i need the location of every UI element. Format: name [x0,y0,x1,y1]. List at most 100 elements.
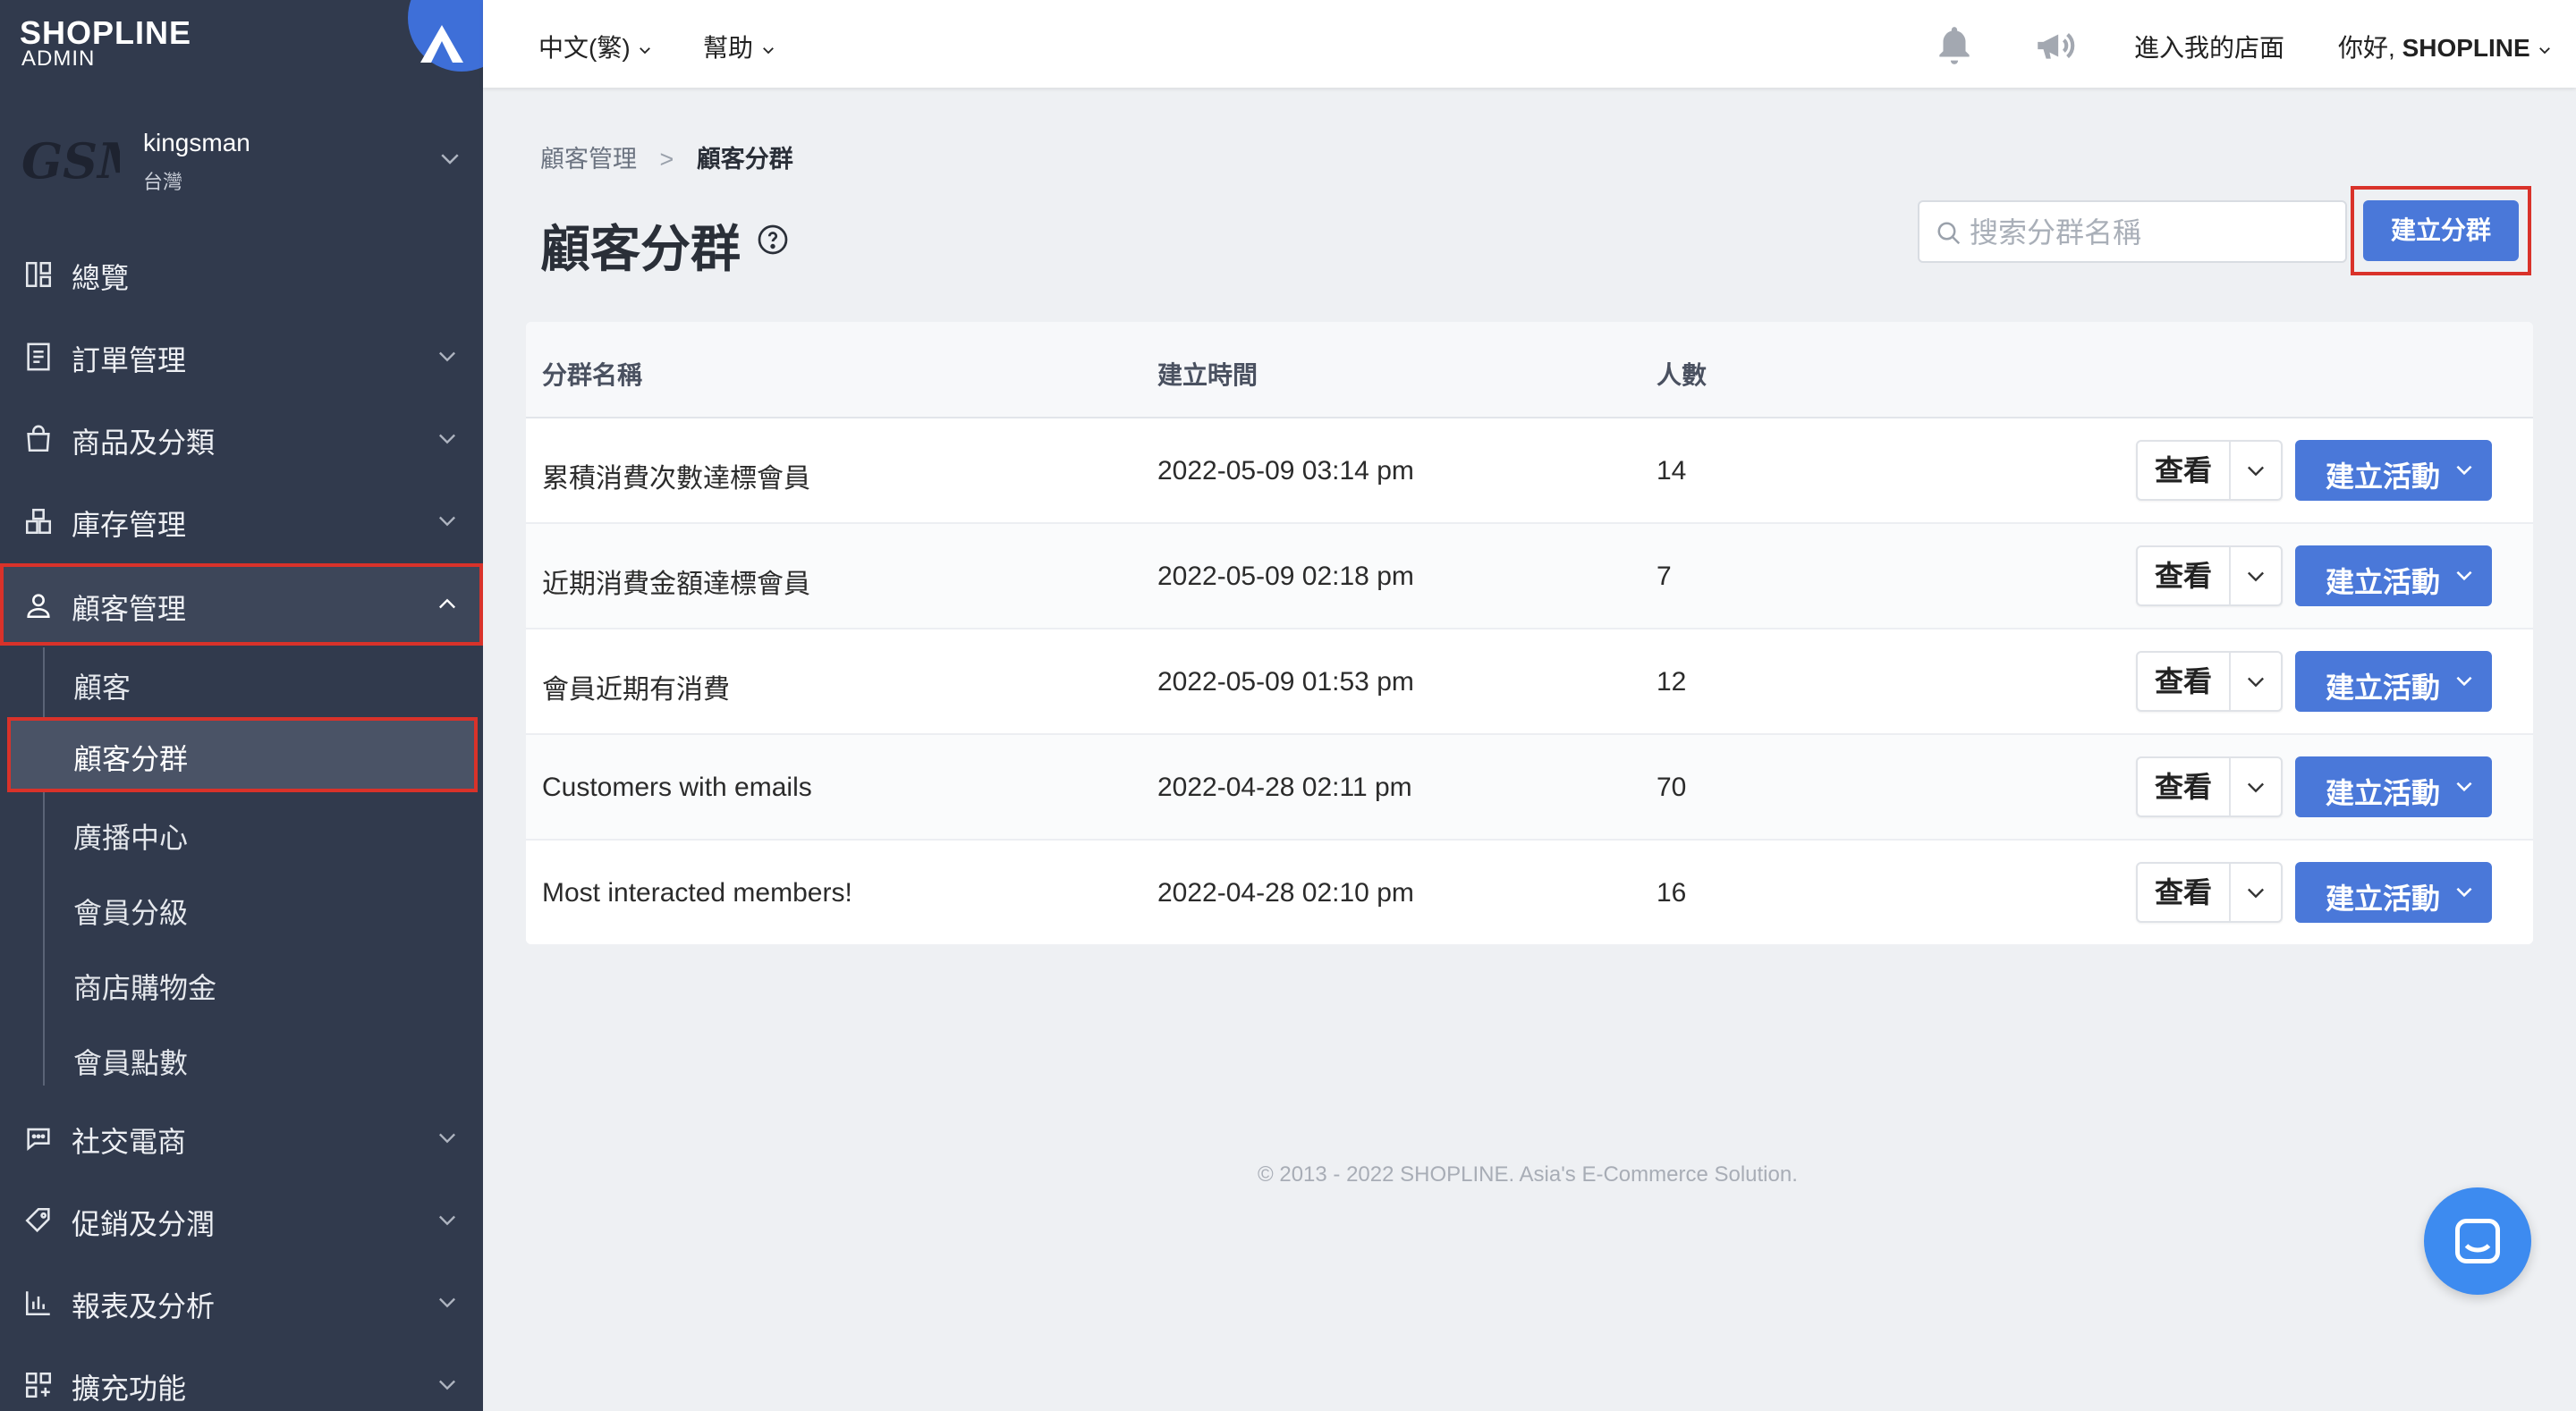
chevron-down-icon [435,1207,460,1232]
tag-icon [23,1205,54,1236]
shopping-bag-icon [23,424,54,454]
help-label: 幫助 [703,34,754,62]
chevron-down-icon[interactable] [2243,563,2268,588]
store-name: kingsman [143,129,250,156]
sidebar-item-orders[interactable]: 訂單管理 [0,315,483,397]
view-button-group: 查看 [2136,756,2283,817]
sidebar-subitem-membership-tiers[interactable]: 會員分級 [45,871,481,946]
chevron-down-icon [435,343,460,368]
brand-logo[interactable]: SHOPLINE ADMIN [0,0,515,80]
chevron-down-icon[interactable] [2243,880,2268,905]
breadcrumb-parent[interactable]: 顧客管理 [540,146,637,173]
chevron-down-icon [436,145,463,172]
create-campaign-button[interactable]: 建立活動 [2295,651,2492,712]
segment-created: 2022-04-28 02:10 pm [1157,878,1414,908]
chevron-down-icon[interactable] [2243,458,2268,483]
segment-name: 累積消費次數達標會員 [542,464,810,494]
chevron-down-icon [435,508,460,533]
create-segment-button[interactable]: 建立分群 [2363,200,2519,261]
sidebar-subitem-label: 會員點數 [73,1047,189,1079]
help-menu[interactable]: 幫助 [703,29,776,64]
view-button[interactable]: 查看 [2138,758,2229,815]
sidebar-item-label: 擴充功能 [72,1373,187,1405]
chevron-right-icon: > [659,146,674,173]
column-header-count: 人數 [1657,361,1707,389]
user-menu[interactable]: 你好, SHOPLINE [2338,29,2553,64]
megaphone-icon[interactable] [2032,23,2077,68]
breadcrumb: 顧客管理 > 顧客分群 [540,139,793,174]
inventory-icon [23,506,54,537]
chevron-down-icon [2539,46,2551,54]
user-name: SHOPLINE [2402,34,2530,62]
sidebar-item-extensions[interactable]: 擴充功能 [0,1343,483,1411]
sidebar-item-label: 總覽 [72,262,130,294]
sidebar-subitem-member-points[interactable]: 會員點數 [45,1021,481,1096]
table-row: Most interacted members! 2022-04-28 02:1… [526,841,2533,944]
order-icon [23,342,54,372]
bell-icon[interactable] [1932,23,1977,68]
sidebar-item-label: 顧客管理 [72,593,187,625]
store-logo: GSM [21,132,120,190]
sidebar-item-label: 庫存管理 [72,509,187,541]
greeting-text: 你好, [2338,34,2395,62]
chevron-down-icon [435,1372,460,1397]
create-campaign-label: 建立活動 [2326,460,2441,493]
sidebar-item-promotions[interactable]: 促銷及分潤 [0,1179,483,1261]
sidebar-subitem-label: 顧客 [73,672,131,704]
chevron-down-icon [2456,782,2472,792]
shopline-mark-icon [420,25,463,63]
sidebar-item-social-commerce[interactable]: 社交電商 [0,1096,483,1179]
sidebar-subitem-label: 顧客分群 [73,743,189,775]
segment-count: 7 [1657,562,1672,591]
create-campaign-label: 建立活動 [2326,777,2441,809]
sidebar-item-label: 社交電商 [72,1126,187,1158]
chevron-down-icon [2456,570,2472,581]
view-button[interactable]: 查看 [2138,442,2229,499]
table-row: Customers with emails 2022-04-28 02:11 p… [526,735,2533,841]
column-header-created: 建立時間 [1157,361,1258,389]
brand-sub: ADMIN [21,46,96,71]
chevron-down-icon [2456,887,2472,898]
store-switcher[interactable]: GSM kingsman 台灣 [0,116,483,206]
sidebar-subitem-label: 會員分級 [73,897,189,929]
sidebar-item-overview[interactable]: 總覽 [0,232,483,315]
live-chat-button[interactable] [2424,1187,2531,1295]
sidebar-item-reports[interactable]: 報表及分析 [0,1261,483,1343]
view-button[interactable]: 查看 [2138,653,2229,710]
view-button-group: 查看 [2136,545,2283,606]
footer-copyright: © 2013 - 2022 SHOPLINE. Asia's E-Commerc… [1258,1162,1798,1187]
view-button[interactable]: 查看 [2138,547,2229,604]
sidebar-item-products[interactable]: 商品及分類 [0,397,483,479]
chevron-down-icon[interactable] [2243,669,2268,694]
sidebar-subitem-customers[interactable]: 顧客 [45,646,481,721]
create-segment-highlight: 建立分群 [2351,186,2531,275]
table-row: 會員近期有消費 2022-05-09 01:53 pm 12 查看 建立活動 [526,629,2533,735]
chevron-down-icon [2456,676,2472,687]
create-campaign-button[interactable]: 建立活動 [2295,756,2492,817]
sidebar-subitem-store-credit[interactable]: 商店購物金 [45,946,481,1021]
view-button[interactable]: 查看 [2138,864,2229,921]
chevron-down-icon[interactable] [2243,774,2268,799]
sidebar-subitem-broadcast[interactable]: 廣播中心 [45,796,481,871]
segment-count: 14 [1657,456,1687,486]
sidebar-subitem-customer-segments[interactable]: 顧客分群 [7,717,478,792]
table-header: 分群名稱 建立時間 人數 [526,322,2533,418]
language-switcher[interactable]: 中文(繁) [538,29,653,64]
create-campaign-label: 建立活動 [2326,566,2441,598]
chevron-down-icon [2456,465,2472,476]
search-input[interactable] [1970,211,2336,254]
breadcrumb-current: 顧客分群 [696,146,793,173]
segment-created: 2022-04-28 02:11 pm [1157,773,1412,802]
divider [2229,864,2231,921]
create-campaign-button[interactable]: 建立活動 [2295,862,2492,923]
segment-name: 會員近期有消費 [542,675,730,705]
create-campaign-button[interactable]: 建立活動 [2295,440,2492,501]
sidebar-item-customers[interactable]: 顧客管理 [0,563,483,646]
apps-icon [23,1370,54,1400]
enter-store-link[interactable]: 進入我的店面 [2134,29,2284,64]
sidebar-item-inventory[interactable]: 庫存管理 [0,479,483,562]
create-campaign-button[interactable]: 建立活動 [2295,545,2492,606]
segment-name: Most interacted members! [542,878,852,908]
sidebar-item-label: 商品及分類 [72,427,216,459]
help-circle-icon[interactable] [757,224,789,256]
